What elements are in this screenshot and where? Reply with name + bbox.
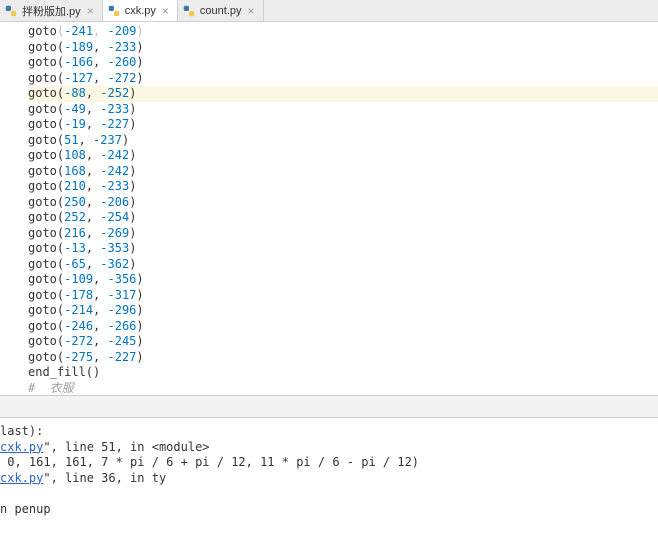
console-line: cxk.py", line 36, in ty — [0, 471, 658, 487]
code-line[interactable]: goto(168, -242) — [28, 164, 658, 180]
editor-tab[interactable]: count.py × — [178, 0, 264, 21]
code-line[interactable]: goto(216, -269) — [28, 226, 658, 242]
code-line[interactable]: goto(51, -237) — [28, 133, 658, 149]
tab-label: count.py — [200, 5, 242, 17]
code-line[interactable]: goto(108, -242) — [28, 148, 658, 164]
code-line[interactable]: goto(-178, -317) — [28, 288, 658, 304]
tab-label: cxk.py — [125, 5, 156, 17]
code-line[interactable]: end_fill() — [28, 365, 658, 381]
python-file-icon — [107, 4, 121, 18]
console-line: cxk.py", line 51, in <module> — [0, 440, 658, 456]
tab-label: 拌粉版加.py — [22, 3, 81, 19]
code-line[interactable]: goto(-246, -266) — [28, 319, 658, 335]
console-output[interactable]: last): cxk.py", line 51, in <module> 0, … — [0, 418, 658, 517]
code-line[interactable]: goto(-127, -272) — [28, 71, 658, 87]
code-line[interactable]: goto(-272, -245) — [28, 334, 658, 350]
close-icon[interactable]: × — [246, 4, 257, 18]
close-icon[interactable]: × — [160, 4, 171, 18]
console-line: last): — [0, 424, 658, 440]
console-line: 0, 161, 161, 7 * pi / 6 + pi / 12, 11 * … — [0, 455, 658, 471]
editor-tab[interactable]: 拌粉版加.py × — [0, 0, 103, 21]
python-file-icon — [182, 4, 196, 18]
code-line[interactable]: goto(-88, -252) — [28, 86, 658, 102]
code-line[interactable]: goto(-166, -260) — [28, 55, 658, 71]
code-line[interactable]: goto(-189, -233) — [28, 40, 658, 56]
code-line[interactable]: goto(-109, -356) — [28, 272, 658, 288]
editor-tab[interactable]: cxk.py × — [103, 0, 178, 21]
code-line[interactable]: goto(-49, -233) — [28, 102, 658, 118]
python-file-icon — [4, 4, 18, 18]
close-icon[interactable]: × — [85, 4, 96, 18]
code-line[interactable]: goto(250, -206) — [28, 195, 658, 211]
console-line — [0, 486, 658, 502]
traceback-link[interactable]: cxk.py — [0, 471, 43, 485]
code-line[interactable]: goto(210, -233) — [28, 179, 658, 195]
code-line[interactable]: goto(252, -254) — [28, 210, 658, 226]
traceback-link[interactable]: cxk.py — [0, 440, 43, 454]
code-line[interactable]: goto(-241, -209) — [28, 24, 658, 40]
code-editor[interactable]: goto(-241, -209)goto(-189, -233)goto(-16… — [0, 22, 658, 396]
editor-tabs: 拌粉版加.py × cxk.py × count.py × — [0, 0, 658, 22]
code-line[interactable]: goto(-275, -227) — [28, 350, 658, 366]
code-line[interactable]: goto(-13, -353) — [28, 241, 658, 257]
code-line[interactable]: goto(-19, -227) — [28, 117, 658, 133]
console-line: n penup — [0, 502, 658, 518]
code-line[interactable]: goto(-214, -296) — [28, 303, 658, 319]
code-line[interactable]: # 衣服 — [28, 381, 658, 397]
console-toolbar — [0, 396, 658, 418]
code-line[interactable]: goto(-65, -362) — [28, 257, 658, 273]
